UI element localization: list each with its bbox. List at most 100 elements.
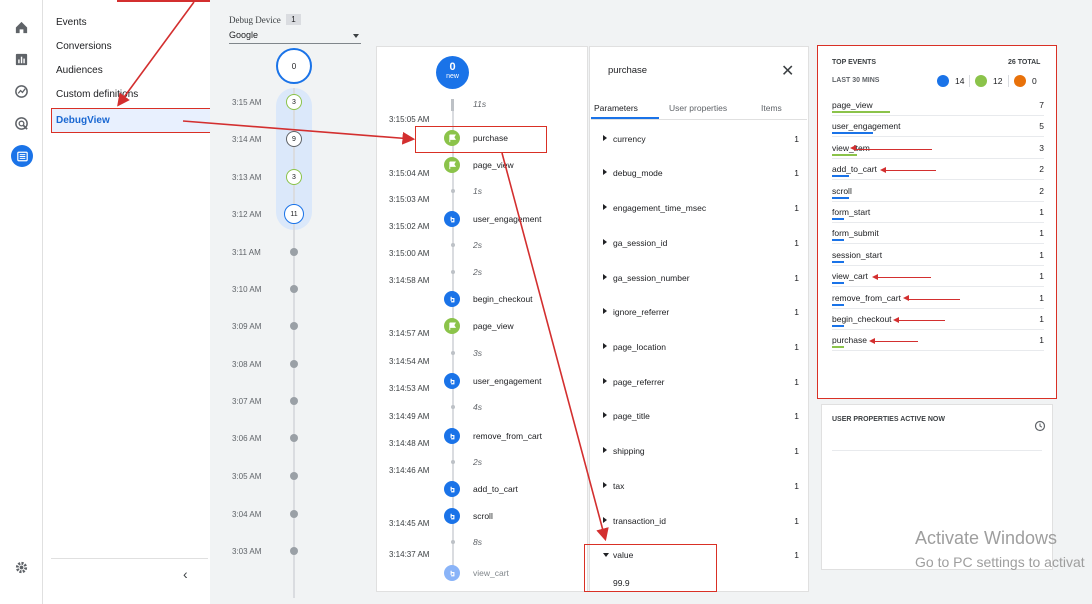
event-name[interactable]: view_cart xyxy=(473,568,509,578)
home-icon[interactable] xyxy=(13,19,29,35)
nav-item-debugview[interactable]: DebugView xyxy=(51,108,226,133)
top-event-row[interactable]: form_start 1 xyxy=(832,205,1044,223)
event-name[interactable]: page_view xyxy=(473,321,514,331)
configure-icon[interactable] xyxy=(11,145,33,167)
top-event-count: 3 xyxy=(1039,142,1044,153)
minute-dot[interactable] xyxy=(290,285,298,293)
conversion-flag-icon[interactable] xyxy=(444,157,460,173)
param-row[interactable]: ignore_referrer 1 xyxy=(603,307,799,319)
gap-dot xyxy=(451,405,455,409)
event-icon[interactable] xyxy=(444,481,460,497)
event-timestamp: 3:14:49 AM xyxy=(389,412,430,421)
top-event-row[interactable]: user_engagement 5 xyxy=(832,119,1044,138)
minute-dot[interactable] xyxy=(290,472,298,480)
nav-item-audiences[interactable]: Audiences xyxy=(56,65,103,76)
param-row[interactable]: page_title 1 xyxy=(603,411,799,423)
event-icon[interactable] xyxy=(444,508,460,524)
windows-watermark-subtitle: Go to PC settings to activat xyxy=(915,554,1085,570)
settings-gear-icon[interactable] xyxy=(13,559,29,575)
param-row[interactable]: engagement_time_msec 1 xyxy=(603,203,799,215)
top-event-name: view_cart xyxy=(832,271,868,282)
event-name[interactable]: remove_from_cart xyxy=(473,431,542,441)
minute-count-ring[interactable]: 3 xyxy=(286,94,302,110)
event-type-icon xyxy=(937,75,949,87)
explore-icon[interactable] xyxy=(13,83,29,99)
event-name[interactable]: user_engagement xyxy=(473,214,542,224)
param-row[interactable]: ga_session_number 1 xyxy=(603,273,799,285)
event-name[interactable]: page_view xyxy=(473,160,514,170)
minute-dot[interactable] xyxy=(290,322,298,330)
param-name: page_referrer xyxy=(613,377,665,387)
top-event-row[interactable]: view_cart 1 xyxy=(832,269,1044,288)
event-name[interactable]: scroll xyxy=(473,511,493,521)
annotation-arrow xyxy=(850,145,932,152)
param-row[interactable]: page_referrer 1 xyxy=(603,377,799,389)
top-event-row[interactable]: session_start 1 xyxy=(832,248,1044,266)
param-row[interactable]: currency 1 xyxy=(603,134,799,146)
top-event-count: 2 xyxy=(1039,185,1044,196)
time-gap-label: 4s xyxy=(473,402,482,412)
event-icon[interactable] xyxy=(444,565,460,581)
param-row[interactable]: transaction_id 1 xyxy=(603,516,799,528)
top-event-row[interactable]: page_view 7 xyxy=(832,98,1044,116)
param-row[interactable]: ga_session_id 1 xyxy=(603,238,799,250)
param-count: 1 xyxy=(794,446,799,456)
minute-dot[interactable] xyxy=(290,360,298,368)
event-icon[interactable] xyxy=(444,211,460,227)
top-event-row[interactable]: remove_from_cart 1 xyxy=(832,291,1044,309)
reports-icon[interactable] xyxy=(13,51,29,67)
event-name[interactable]: add_to_cart xyxy=(473,484,518,494)
gap-tick xyxy=(451,99,454,111)
nav-item-conversions[interactable]: Conversions xyxy=(56,41,112,52)
top-event-row[interactable]: form_submit 1 xyxy=(832,226,1044,245)
nav-item-events[interactable]: Events xyxy=(56,17,87,28)
minute-dot[interactable] xyxy=(290,434,298,442)
minute-count-ring[interactable]: 11 xyxy=(284,204,304,224)
event-icon[interactable] xyxy=(444,373,460,389)
event-name[interactable]: begin_checkout xyxy=(473,294,533,304)
minute-dot[interactable] xyxy=(290,248,298,256)
gap-dot xyxy=(451,540,455,544)
count-divider xyxy=(969,75,970,87)
minute-count-ring[interactable]: 3 xyxy=(286,169,302,185)
minute-count-ring[interactable]: 9 xyxy=(286,131,302,147)
history-icon[interactable] xyxy=(1034,420,1046,432)
time-gap-label: 2s xyxy=(473,240,482,250)
event-icon[interactable] xyxy=(444,428,460,444)
close-icon[interactable]: ✕ xyxy=(781,61,794,81)
minute-dot[interactable] xyxy=(290,397,298,405)
minutes-current-ring[interactable]: 0 xyxy=(276,48,312,84)
top-event-row[interactable]: add_to_cart 2 xyxy=(832,162,1044,181)
debug-device-select[interactable]: Google xyxy=(229,29,361,44)
nav-item-custom-definitions[interactable]: Custom definitions xyxy=(56,89,138,100)
param-row[interactable]: shipping 1 xyxy=(603,446,799,458)
conversion-flag-icon[interactable] xyxy=(444,318,460,334)
time-gap-label: 8s xyxy=(473,537,482,547)
event-name[interactable]: user_engagement xyxy=(473,376,542,386)
param-row[interactable]: page_location 1 xyxy=(603,342,799,354)
param-row[interactable]: tax 1 xyxy=(603,481,799,493)
collapse-chevron-icon[interactable]: ‹ xyxy=(183,566,188,582)
advertising-icon[interactable] xyxy=(13,115,29,131)
param-row[interactable]: debug_mode 1 xyxy=(603,168,799,180)
top-event-row[interactable]: purchase 1 xyxy=(832,333,1044,352)
tab-user-properties[interactable]: User properties xyxy=(669,103,727,113)
top-event-name: form_start xyxy=(832,207,871,217)
tab-parameters[interactable]: Parameters xyxy=(594,103,638,113)
event-icon[interactable] xyxy=(444,291,460,307)
event-timestamp: 3:15:00 AM xyxy=(389,249,430,258)
minute-time-label: 3:09 AM xyxy=(232,322,262,331)
top-event-row[interactable]: begin_checkout 1 xyxy=(832,312,1044,330)
top-event-name: remove_from_cart xyxy=(832,292,901,303)
minute-dot[interactable] xyxy=(290,510,298,518)
minute-dot[interactable] xyxy=(290,547,298,555)
minute-time-label: 3:05 AM xyxy=(232,472,262,481)
conversion-flag-icon xyxy=(975,75,987,87)
tab-items[interactable]: Items xyxy=(761,103,782,113)
time-gap-label: 3s xyxy=(473,348,482,358)
new-events-bubble[interactable]: 0 new xyxy=(436,56,469,89)
top-event-row[interactable]: view_item 3 xyxy=(832,141,1044,159)
top-event-row[interactable]: scroll 2 xyxy=(832,184,1044,202)
error-icon xyxy=(1014,75,1026,87)
debug-device-selected: Google xyxy=(229,30,259,40)
